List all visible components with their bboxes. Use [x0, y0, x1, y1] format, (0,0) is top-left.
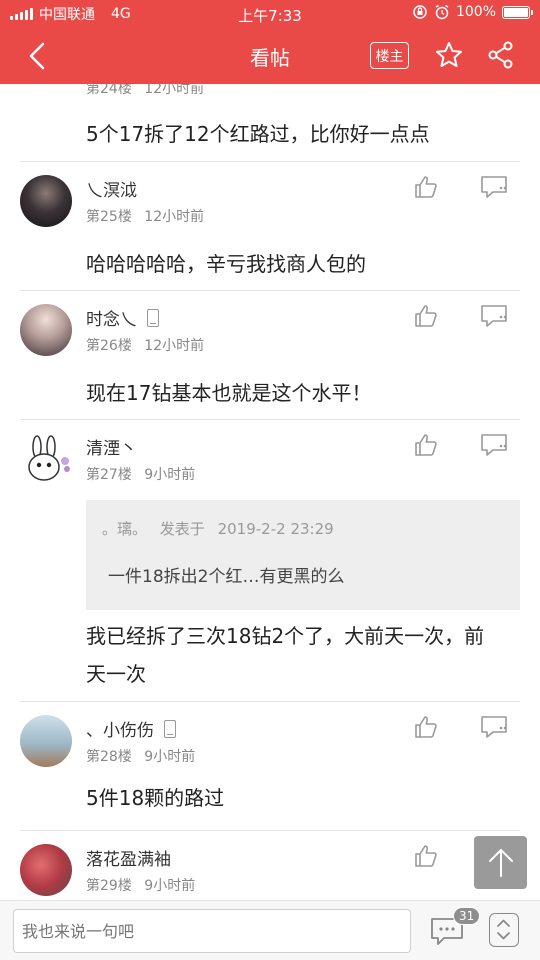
floor-label: 第29楼 — [86, 878, 132, 894]
post-text: 我已经拆了三次18钻2个了，大前天一次，前天一次 — [86, 624, 485, 686]
post-time: 9小时前 — [144, 467, 196, 483]
avatar[interactable] — [20, 715, 72, 767]
user-name[interactable]: 、小伤伤 — [86, 721, 154, 741]
reply-icon[interactable] — [479, 714, 509, 740]
scroll-to-top-button[interactable] — [474, 836, 527, 889]
floor-label: 第25楼 — [86, 209, 132, 225]
quote-text: 一件18拆出2个红…有更黑的么 — [108, 567, 345, 587]
only-op-button[interactable]: 楼主 — [370, 42, 409, 69]
avatar[interactable] — [20, 433, 72, 485]
nav-bar: 看帖 楼主 — [0, 28, 540, 84]
arrow-up-icon — [488, 848, 513, 877]
share-icon[interactable] — [486, 40, 516, 70]
post-time: 9小时前 — [144, 749, 196, 765]
post-text: 5个17拆了12个红路过，比你好一点点 — [86, 122, 430, 146]
phone-icon — [147, 309, 159, 327]
post-time: 12小时前 — [144, 84, 205, 97]
bottom-bar: 31 — [0, 900, 540, 960]
battery-icon — [502, 5, 533, 19]
status-bar: 中国联通 4G 上午7:33 100% — [0, 0, 540, 28]
like-icon[interactable] — [413, 174, 439, 200]
like-icon[interactable] — [413, 432, 439, 458]
post-time: 12小时前 — [144, 209, 205, 225]
battery-percent: 100% — [455, 4, 496, 20]
user-name[interactable]: 清湮丶 — [86, 434, 137, 459]
avatar[interactable] — [20, 304, 72, 356]
quote-date: 2019-2-2 23:29 — [217, 520, 334, 538]
reply-icon[interactable] — [479, 303, 509, 329]
like-icon[interactable] — [413, 843, 439, 869]
chevron-up-down-icon — [497, 919, 510, 940]
page-jump-button[interactable] — [489, 913, 519, 947]
list-item: 清湮丶 第27楼 9小时前 。璃。 发表于 2019-2-2 23:29 一件1… — [0, 420, 540, 700]
comment-count-badge: 31 — [453, 907, 481, 925]
list-item: 第24楼 12小时前 5个17拆了12个红路过，比你好一点点 — [0, 84, 540, 162]
star-icon[interactable] — [434, 40, 464, 70]
post-list: 第24楼 12小时前 5个17拆了12个红路过，比你好一点点 乀溟泧 第25楼 … — [0, 84, 540, 900]
post-text: 现在17钻基本也就是这个水平！ — [86, 381, 372, 405]
quote-label: 发表于 — [159, 520, 205, 538]
list-item: 落花盈满袖 第29楼 9小时前 — [0, 831, 540, 900]
floor-label: 第26楼 — [86, 338, 132, 354]
reply-icon[interactable] — [479, 432, 509, 458]
post-time: 12小时前 — [144, 338, 205, 354]
user-name[interactable]: 落花盈满袖 — [86, 845, 171, 870]
avatar[interactable] — [20, 175, 72, 227]
quote-author: 。璃。 — [102, 520, 148, 538]
comment-input[interactable] — [13, 909, 411, 953]
alarm-icon — [435, 4, 449, 20]
like-icon[interactable] — [413, 714, 439, 740]
back-arrow-icon[interactable] — [22, 40, 54, 72]
user-name[interactable]: 乀溟泧 — [86, 176, 137, 201]
post-text: 5件18颗的路过 — [86, 786, 225, 810]
rabbit-avatar-icon — [28, 435, 70, 481]
list-item: 乀溟泧 第25楼 12小时前 哈哈哈哈哈，辛亏我找商人包的 — [0, 162, 540, 290]
list-item: 、小伤伤 第28楼 9小时前 5件18颗的路过 — [0, 702, 540, 830]
phone-icon — [164, 720, 176, 738]
user-name[interactable]: 时念乀 — [86, 310, 137, 330]
post-time: 9小时前 — [144, 878, 196, 894]
post-text: 哈哈哈哈哈，辛亏我找商人包的 — [86, 252, 366, 276]
floor-label: 第24楼 — [86, 84, 132, 97]
like-icon[interactable] — [413, 303, 439, 329]
quoted-reply[interactable]: 。璃。 发表于 2019-2-2 23:29 一件18拆出2个红…有更黑的么 — [86, 500, 520, 610]
reply-icon[interactable] — [479, 174, 509, 200]
rotation-lock-icon — [413, 5, 427, 19]
floor-label: 第27楼 — [86, 467, 132, 483]
avatar[interactable] — [20, 844, 72, 896]
list-item: 时念乀 第26楼 12小时前 现在17钻基本也就是这个水平！ — [0, 291, 540, 419]
floor-label: 第28楼 — [86, 749, 132, 765]
